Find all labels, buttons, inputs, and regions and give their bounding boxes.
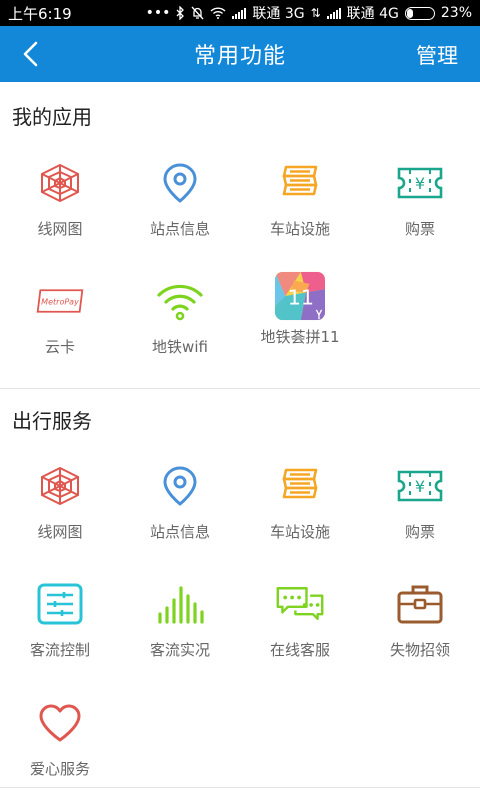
app-station-facilities[interactable]: 车站设施 bbox=[240, 160, 360, 239]
data-arrows-icon: ⇅ bbox=[310, 6, 321, 20]
heart-icon bbox=[35, 700, 85, 746]
manage-button[interactable]: 管理 bbox=[416, 40, 458, 70]
service-lost-found[interactable]: 失物招领 bbox=[360, 581, 480, 660]
service-online-support[interactable]: 在线客服 bbox=[240, 581, 360, 660]
service-care[interactable]: 爱心服务 bbox=[0, 700, 120, 779]
service-label: 站点信息 bbox=[149, 523, 210, 541]
web-icon bbox=[35, 463, 85, 509]
location-pin-icon bbox=[155, 160, 205, 206]
app-label: 地铁荟拼11 bbox=[260, 328, 340, 346]
service-label: 车站设施 bbox=[269, 523, 330, 541]
chat-bubbles-icon bbox=[275, 581, 325, 627]
metropay-text: MetroPay bbox=[41, 298, 79, 307]
service-label: 客流实况 bbox=[149, 641, 210, 659]
status-time: 上午6:19 bbox=[8, 4, 72, 23]
service-flow-control[interactable]: 客流控制 bbox=[0, 581, 120, 660]
app-label: 站点信息 bbox=[149, 220, 210, 238]
service-label: 爱心服务 bbox=[29, 760, 90, 778]
service-label: 在线客服 bbox=[269, 641, 330, 659]
app-label: 线网图 bbox=[37, 220, 83, 238]
stack-icon bbox=[275, 160, 325, 206]
bottom-divider bbox=[0, 787, 480, 788]
service-station-info[interactable]: 站点信息 bbox=[120, 463, 240, 542]
battery-percent: 23% bbox=[440, 5, 472, 21]
app-buy-ticket[interactable]: ¥ 购票 bbox=[360, 160, 480, 239]
app-tile-icon: 11 bbox=[275, 268, 325, 324]
svg-text:¥: ¥ bbox=[415, 174, 425, 193]
signal-2-icon bbox=[326, 7, 341, 19]
service-line-map[interactable]: 线网图 bbox=[0, 463, 120, 542]
service-label: 购票 bbox=[404, 523, 435, 541]
service-flow-live[interactable]: 客流实况 bbox=[120, 581, 240, 660]
web-icon bbox=[35, 160, 85, 206]
stack-icon bbox=[275, 463, 325, 509]
app-label: 购票 bbox=[404, 220, 435, 238]
location-pin-icon bbox=[155, 463, 205, 509]
carrier-1: 联通 3G bbox=[252, 6, 305, 22]
wifi-status-icon bbox=[210, 7, 226, 19]
tile-number: 11 bbox=[288, 286, 314, 310]
section-divider bbox=[0, 388, 480, 389]
signal-1-icon bbox=[232, 7, 247, 19]
app-station-info[interactable]: 站点信息 bbox=[120, 160, 240, 239]
app-label: 云卡 bbox=[44, 338, 75, 356]
ticket-icon: ¥ bbox=[395, 160, 445, 206]
my-apps-title: 我的应用 bbox=[12, 105, 92, 129]
app-label: 车站设施 bbox=[269, 220, 330, 238]
service-label: 线网图 bbox=[37, 523, 83, 541]
more-dots-icon: ••• bbox=[145, 5, 171, 21]
carrier-2: 联通 4G bbox=[346, 6, 399, 22]
ticket-icon: ¥ bbox=[395, 463, 445, 509]
travel-services-title: 出行服务 bbox=[12, 409, 92, 433]
service-buy-ticket[interactable]: ¥ 购票 bbox=[360, 463, 480, 542]
metropay-card-icon: MetroPay bbox=[35, 278, 85, 324]
battery-icon bbox=[404, 6, 435, 20]
service-label: 失物招领 bbox=[389, 641, 450, 659]
app-line-map[interactable]: 线网图 bbox=[0, 160, 120, 239]
chevron-left-icon[interactable] bbox=[14, 36, 50, 72]
status-icons: ••• 联通 3G ⇅ 联通 4G 23% bbox=[146, 3, 472, 23]
bell-muted-icon bbox=[191, 6, 204, 20]
app-cloud-card[interactable]: MetroPay 云卡 bbox=[0, 278, 120, 357]
wifi-icon bbox=[155, 278, 205, 324]
sliders-icon bbox=[35, 581, 85, 627]
nav-bar: 常用功能 管理 bbox=[0, 26, 480, 82]
app-metro-wifi[interactable]: 地铁wifi bbox=[120, 278, 240, 357]
status-bar: 上午6:19 ••• 联通 3G ⇅ 联通 4G 23% bbox=[0, 0, 480, 26]
page-title: 常用功能 bbox=[193, 44, 286, 69]
bluetooth-icon bbox=[176, 6, 185, 20]
bar-levels-icon bbox=[155, 581, 205, 627]
briefcase-icon bbox=[395, 581, 445, 627]
service-label: 客流控制 bbox=[29, 641, 90, 659]
app-label: 地铁wifi bbox=[152, 338, 208, 356]
svg-text:¥: ¥ bbox=[415, 477, 425, 496]
app-metro-pinpin[interactable]: 11 地铁荟拼11 bbox=[240, 268, 360, 347]
service-station-facilities[interactable]: 车站设施 bbox=[240, 463, 360, 542]
